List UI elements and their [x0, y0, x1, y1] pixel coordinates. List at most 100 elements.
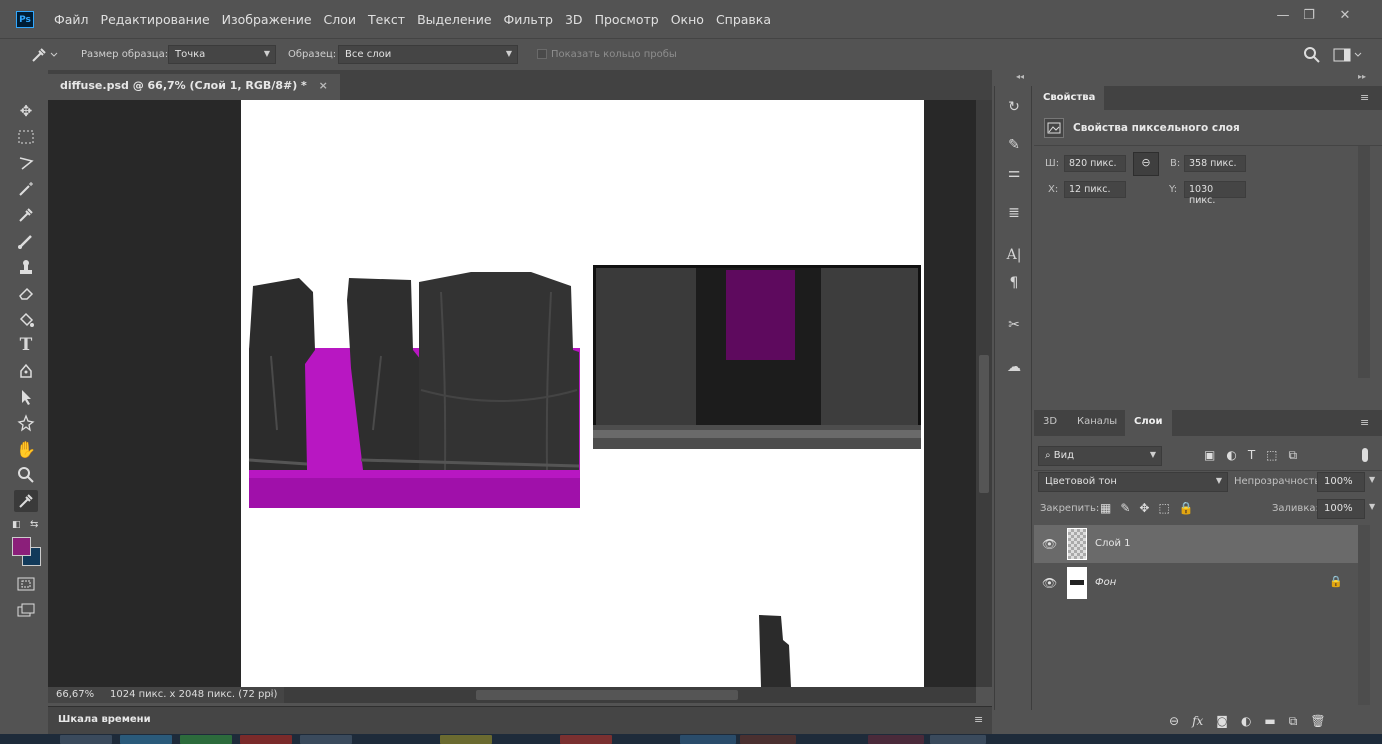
new-layer-icon[interactable]: ⧉	[1289, 714, 1298, 729]
menu-image[interactable]: Изображение	[216, 12, 318, 27]
menu-window[interactable]: Окно	[665, 12, 710, 27]
vertical-scrollbar[interactable]	[976, 100, 992, 687]
character-icon[interactable]: A|	[1003, 244, 1025, 266]
move-icon[interactable]: ✥	[14, 100, 38, 122]
panel-menu-icon[interactable]: ≡	[1360, 91, 1369, 104]
default-colors-icon[interactable]: ◧	[12, 520, 21, 530]
adjustment-filter-icon[interactable]: ◐	[1226, 448, 1236, 463]
taskbar-item[interactable]	[560, 735, 612, 744]
eyedropper-preset-icon[interactable]	[30, 46, 58, 67]
vertical-scroll-thumb[interactable]	[979, 355, 989, 493]
adjustment-layer-icon[interactable]: ◐	[1241, 714, 1251, 729]
y-field[interactable]: 1030 пикс.	[1184, 181, 1246, 206]
layer-filter-select[interactable]: ⌕ Вид ▼	[1038, 446, 1162, 466]
taskbar-item[interactable]	[440, 735, 492, 744]
timeline-tab[interactable]: Шкала времени	[58, 714, 151, 725]
brush-settings-icon[interactable]: ✎	[1003, 134, 1025, 156]
search-icon[interactable]	[1303, 46, 1321, 67]
close-tab-icon[interactable]: ×	[319, 79, 328, 92]
restore-button[interactable]: ❐	[1298, 8, 1320, 26]
fill-field[interactable]: 100%	[1317, 499, 1365, 519]
visibility-eye-icon[interactable]: 👁	[1042, 576, 1057, 590]
zoom-icon[interactable]	[14, 464, 38, 486]
smart-filter-icon[interactable]: ⧉	[1289, 448, 1298, 463]
document-tab[interactable]: diffuse.psd @ 66,7% (Слой 1, RGB/8#) * ×	[48, 74, 340, 100]
foreground-color-swatch[interactable]	[12, 537, 31, 556]
taskbar-item[interactable]	[680, 735, 736, 744]
horizontal-scroll-thumb[interactable]	[476, 690, 738, 700]
tab-3d[interactable]: 3D	[1034, 410, 1066, 434]
menu-3d[interactable]: 3D	[559, 12, 589, 27]
tool-presets-icon[interactable]: ✂	[1003, 314, 1025, 336]
layer-name[interactable]: Фон	[1095, 577, 1116, 588]
properties-scrollbar[interactable]	[1358, 146, 1370, 378]
shape-icon[interactable]	[14, 412, 38, 434]
menu-text[interactable]: Текст	[362, 12, 411, 27]
panel-menu-icon[interactable]: ≡	[1360, 416, 1369, 429]
sample-select[interactable]: Все слои ▼	[338, 45, 518, 64]
shape-filter-icon[interactable]: ⬚	[1266, 448, 1277, 463]
hand-icon[interactable]: ✋	[14, 438, 38, 460]
menu-select[interactable]: Выделение	[411, 12, 497, 27]
quick-mask-icon[interactable]	[14, 573, 38, 595]
pixel-filter-icon[interactable]: ▣	[1204, 448, 1215, 463]
zoom-level[interactable]: 66,67%	[56, 689, 94, 700]
document-canvas[interactable]	[241, 100, 924, 687]
history-icon[interactable]: ↻	[1003, 96, 1025, 118]
link-icon[interactable]: ⊖	[1133, 152, 1159, 176]
taskbar-item[interactable]	[240, 735, 292, 744]
chevron-down-icon[interactable]: ▼	[1369, 475, 1375, 484]
collapse-panels-icon[interactable]: ▸▸	[1358, 72, 1366, 81]
tab-channels[interactable]: Каналы	[1068, 410, 1126, 434]
opacity-field[interactable]: 100%	[1317, 472, 1365, 492]
pen-icon[interactable]	[14, 360, 38, 382]
libraries-icon[interactable]: ☁	[1003, 356, 1025, 378]
taskbar-item[interactable]	[868, 735, 924, 744]
layer-row[interactable]: 👁 Фон 🔒	[1034, 564, 1360, 602]
eraser-icon[interactable]	[14, 282, 38, 304]
show-ring-checkbox[interactable]	[537, 49, 547, 59]
collapse-iconstrip-icon[interactable]: ◂◂	[1016, 72, 1024, 81]
sample-size-select[interactable]: Точка ▼	[168, 45, 276, 64]
clone-source-icon[interactable]: ≣	[1003, 202, 1025, 224]
canvas-area[interactable]	[48, 100, 976, 687]
taskbar-item[interactable]	[180, 735, 232, 744]
status-menu-icon[interactable]: ›	[270, 688, 274, 699]
taskbar-item[interactable]	[930, 735, 986, 744]
eyedropper-icon[interactable]	[14, 204, 38, 226]
filter-toggle[interactable]	[1362, 448, 1368, 462]
brush-icon[interactable]	[14, 230, 38, 252]
chevron-down-icon[interactable]: ▼	[1369, 502, 1375, 511]
minimize-button[interactable]: —	[1272, 8, 1294, 26]
panel-menu-icon[interactable]: ≡	[974, 713, 983, 726]
taskbar-item[interactable]	[740, 735, 796, 744]
x-field[interactable]: 12 пикс.	[1064, 181, 1126, 198]
visibility-eye-icon[interactable]: 👁	[1042, 537, 1057, 551]
layers-scrollbar[interactable]	[1358, 525, 1370, 705]
add-mask-icon[interactable]: ◙	[1216, 714, 1228, 729]
screen-mode-icon[interactable]	[14, 599, 38, 621]
taskbar-item[interactable]	[60, 735, 112, 744]
menu-filter[interactable]: Фильтр	[498, 12, 559, 27]
marquee-icon[interactable]	[14, 126, 38, 148]
lock-all-icon[interactable]: 🔒	[1179, 501, 1194, 515]
menu-edit[interactable]: Редактирование	[95, 12, 216, 27]
taskbar-item[interactable]	[120, 735, 172, 744]
new-group-icon[interactable]: ▬	[1264, 714, 1275, 729]
tab-layers[interactable]: Слои	[1125, 410, 1172, 436]
lock-position-icon[interactable]: ✥	[1139, 501, 1149, 515]
width-field[interactable]: 820 пикс.	[1064, 155, 1126, 172]
menu-layers[interactable]: Слои	[318, 12, 363, 27]
fill-icon[interactable]	[14, 308, 38, 330]
layer-row-selected[interactable]: 👁 Слой 1	[1034, 525, 1360, 563]
menu-file[interactable]: Файл	[48, 12, 95, 27]
lock-artboard-icon[interactable]: ⬚	[1158, 501, 1169, 515]
layer-name[interactable]: Слой 1	[1095, 538, 1131, 549]
path-select-icon[interactable]	[14, 386, 38, 408]
menu-view[interactable]: Просмотр	[589, 12, 665, 27]
link-layers-icon[interactable]: ⊖	[1169, 714, 1179, 729]
tab-properties[interactable]: Свойства	[1034, 86, 1105, 110]
type-filter-icon[interactable]: T	[1248, 448, 1255, 463]
fx-icon[interactable]: fx	[1192, 714, 1203, 729]
brush-presets-icon[interactable]: ⚌	[1003, 162, 1025, 184]
